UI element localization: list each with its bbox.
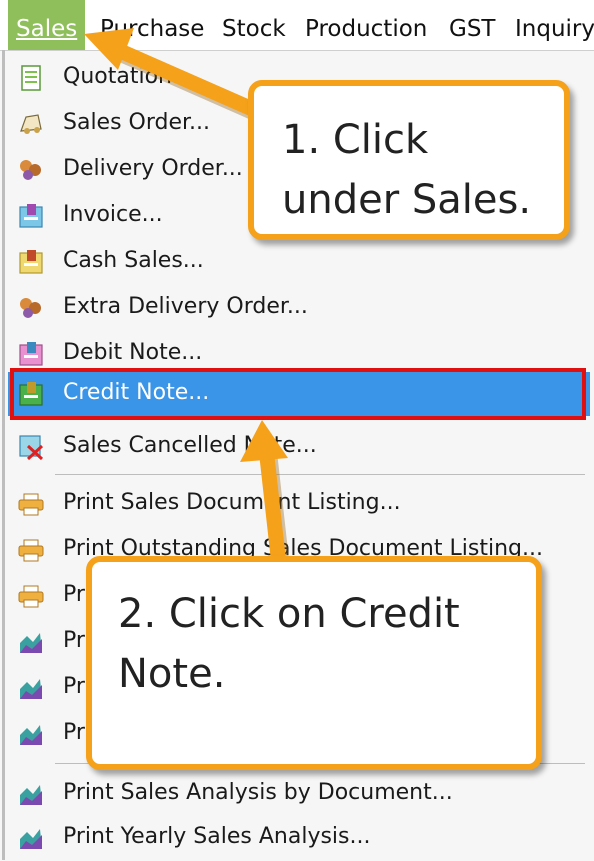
menu-item-label: Sales Cancelled Note... bbox=[63, 433, 317, 458]
analysis-chart-icon bbox=[20, 725, 42, 745]
callout-step-1-line-1: 1. Click bbox=[282, 117, 429, 163]
menu-item-credit-note[interactable]: Credit Note... bbox=[8, 372, 590, 416]
cancelled-note-icon bbox=[19, 435, 44, 460]
analysis-chart-icon bbox=[20, 785, 42, 805]
menu-item-label: Pr bbox=[63, 582, 85, 607]
menu-item-label: Extra Delivery Order... bbox=[63, 294, 308, 319]
callout-step-1-line-2: under Sales. bbox=[282, 177, 532, 223]
dropdown-edge bbox=[2, 50, 5, 860]
menu-item-label: Pr bbox=[63, 674, 85, 699]
menu-separator bbox=[55, 474, 585, 475]
credit-note-icon bbox=[19, 382, 43, 406]
menu-item-label: Pr bbox=[63, 720, 85, 745]
menu-stock[interactable]: Stock bbox=[222, 0, 286, 50]
menu-item-label: Cash Sales... bbox=[63, 248, 204, 273]
sales-order-icon bbox=[20, 114, 42, 134]
callout-step-2-line-1: 2. Click on Credit bbox=[118, 591, 460, 637]
menu-item-sales-cancelled-note[interactable]: Sales Cancelled Note... bbox=[8, 425, 590, 469]
menu-item-label: Print Sales Analysis by Document... bbox=[63, 780, 453, 805]
menu-gst[interactable]: GST bbox=[449, 0, 495, 50]
invoice-icon bbox=[19, 204, 43, 228]
cash-sales-icon bbox=[19, 250, 43, 274]
menu-inquiry[interactable]: Inquiry bbox=[515, 0, 594, 50]
menu-item-print-sales-analysis-by-document[interactable]: Print Sales Analysis by Document... bbox=[8, 772, 590, 816]
menu-item-label: Invoice... bbox=[63, 202, 163, 227]
menu-item-label: Debit Note... bbox=[63, 340, 203, 365]
debit-note-icon bbox=[19, 342, 43, 366]
menu-item-label: Credit Note... bbox=[63, 380, 210, 405]
menu-bar: Sales Purchase Stock Production GST Inqu… bbox=[0, 0, 594, 50]
printer-icon bbox=[18, 585, 44, 608]
analysis-chart-icon bbox=[20, 829, 42, 849]
extra-delivery-order-icon bbox=[20, 298, 41, 318]
menu-item-print-yearly-sales-analysis[interactable]: Print Yearly Sales Analysis... bbox=[8, 816, 590, 860]
menu-sales[interactable]: Sales bbox=[8, 0, 86, 50]
printer-icon bbox=[18, 493, 44, 516]
analysis-chart-icon bbox=[20, 633, 42, 653]
analysis-chart-icon bbox=[20, 679, 42, 699]
menu-item-label: Print Yearly Sales Analysis... bbox=[63, 824, 371, 849]
callout-step-2-line-2: Note. bbox=[118, 651, 226, 697]
delivery-order-icon bbox=[20, 160, 41, 180]
menu-item-label: Pr bbox=[63, 628, 85, 653]
menu-item-extra-delivery-order[interactable]: Extra Delivery Order... bbox=[8, 286, 590, 330]
document-icon bbox=[21, 65, 41, 91]
menu-item-print-sales-document-listing[interactable]: Print Sales Document Listing... bbox=[8, 482, 590, 526]
menu-sales-label: Sales bbox=[16, 16, 78, 42]
menu-production[interactable]: Production bbox=[305, 0, 427, 50]
menu-purchase[interactable]: Purchase bbox=[100, 0, 204, 50]
menu-item-label: Quotation... bbox=[63, 64, 193, 89]
callout-step-1: 1. Click under Sales. bbox=[248, 80, 570, 240]
menu-item-label: Delivery Order... bbox=[63, 156, 243, 181]
menu-item-debit-note[interactable]: Debit Note... bbox=[8, 332, 590, 376]
callout-step-2: 2. Click on Credit Note. bbox=[86, 556, 542, 770]
menu-item-label: Sales Order... bbox=[63, 110, 211, 135]
printer-icon bbox=[18, 539, 44, 562]
menu-item-cash-sales[interactable]: Cash Sales... bbox=[8, 240, 590, 284]
menu-item-label: Print Sales Document Listing... bbox=[63, 490, 401, 515]
